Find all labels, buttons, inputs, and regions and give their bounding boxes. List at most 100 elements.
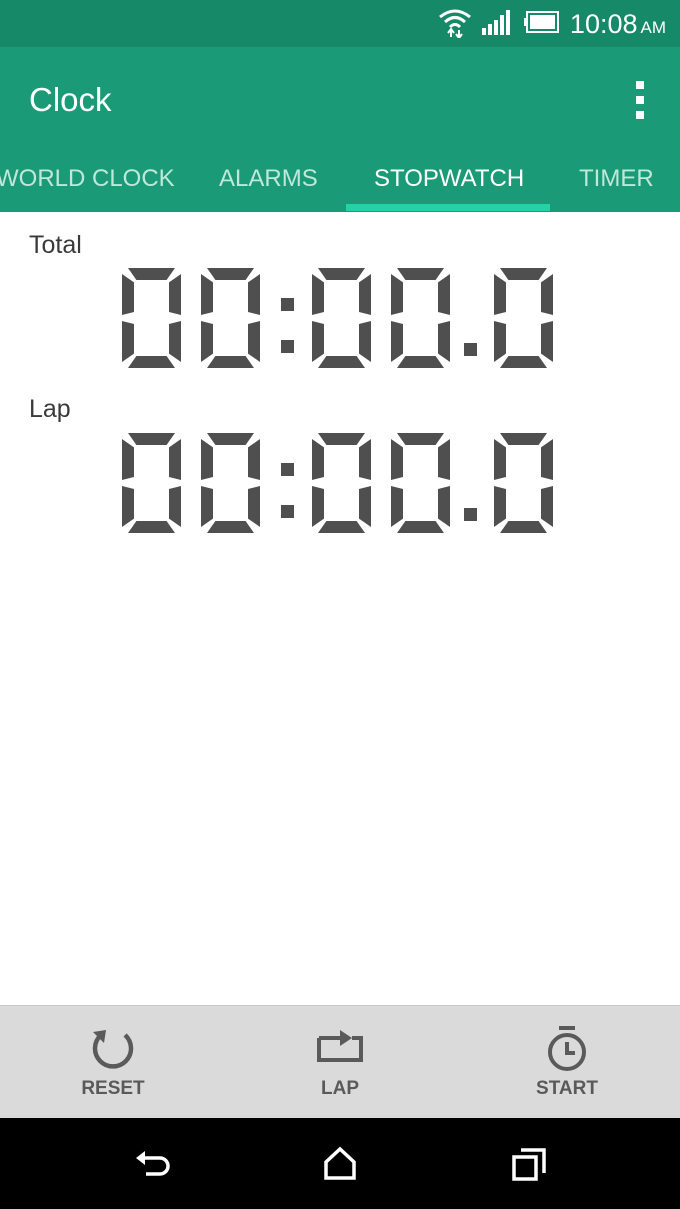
lap-label-button: LAP xyxy=(321,1078,359,1099)
lcd-segment-f xyxy=(494,274,506,315)
lcd-segment-f xyxy=(312,439,324,480)
start-button[interactable]: START xyxy=(487,1006,647,1119)
tab-bar: WORLD CLOCK ALARMS STOPWATCH TIMER xyxy=(0,147,680,212)
battery-icon xyxy=(523,10,560,38)
lcd-segment-f xyxy=(201,274,213,315)
lcd-segment-e xyxy=(201,321,213,362)
lcd-segment-e xyxy=(312,321,324,362)
lcd-digit xyxy=(391,268,450,368)
lcd-digit xyxy=(201,433,260,533)
lcd-segment-d xyxy=(318,356,365,368)
tab-timer[interactable]: TIMER xyxy=(579,165,654,193)
lcd-segment-c xyxy=(359,321,371,362)
lcd-digit xyxy=(391,433,450,533)
lcd-segment-a xyxy=(500,433,547,445)
tab-alarms[interactable]: ALARMS xyxy=(219,165,318,193)
lcd-segment-c xyxy=(169,486,181,527)
signal-icon xyxy=(481,9,514,40)
lcd-segment-e xyxy=(201,486,213,527)
app-title: Clock xyxy=(29,81,112,118)
total-label: Total xyxy=(29,231,82,259)
lcd-segment-f xyxy=(391,274,403,315)
status-bar: 10:08 AM xyxy=(0,0,680,47)
lcd-segment-f xyxy=(494,439,506,480)
lcd-segment-c xyxy=(248,321,260,362)
navigation-bar xyxy=(0,1118,680,1209)
lcd-segment-a xyxy=(128,433,175,445)
lcd-decimal-point xyxy=(464,508,477,521)
lap-time-display xyxy=(122,433,553,533)
reset-button[interactable]: RESET xyxy=(33,1006,193,1119)
lcd-segment-e xyxy=(122,486,134,527)
lcd-segment-e xyxy=(122,321,134,362)
lap-icon xyxy=(317,1030,363,1062)
lcd-decimal-point xyxy=(464,343,477,356)
home-icon[interactable] xyxy=(320,1144,360,1184)
lcd-segment-f xyxy=(201,439,213,480)
lcd-segment-b xyxy=(541,274,553,315)
lcd-digit xyxy=(122,433,181,533)
reset-label: RESET xyxy=(81,1078,145,1099)
lcd-digit xyxy=(312,268,371,368)
lcd-segment-b xyxy=(359,274,371,315)
recents-icon[interactable] xyxy=(509,1144,549,1184)
lcd-segment-f xyxy=(122,439,134,480)
status-ampm: AM xyxy=(640,17,667,37)
lap-button[interactable]: LAP xyxy=(260,1006,420,1119)
lcd-segment-b xyxy=(248,274,260,315)
lcd-segment-c xyxy=(438,321,450,362)
lcd-segment-b xyxy=(438,439,450,480)
lcd-segment-f xyxy=(312,274,324,315)
lcd-segment-d xyxy=(500,356,547,368)
app-bar: Clock WORLD CLOCK ALARMS STOPWATCH TIMER xyxy=(0,47,680,212)
lcd-segment-f xyxy=(391,439,403,480)
total-time-display xyxy=(122,268,553,368)
lcd-segment-d xyxy=(207,356,254,368)
lcd-segment-d xyxy=(207,521,254,533)
lcd-segment-c xyxy=(541,486,553,527)
lcd-segment-a xyxy=(397,268,444,280)
wifi-icon xyxy=(438,6,472,43)
lcd-segment-b xyxy=(541,439,553,480)
lcd-digit xyxy=(122,268,181,368)
lcd-segment-a xyxy=(128,268,175,280)
lcd-segment-b xyxy=(438,274,450,315)
lcd-segment-e xyxy=(391,321,403,362)
lcd-segment-a xyxy=(397,433,444,445)
action-bar: RESET LAP START xyxy=(0,1005,680,1119)
lcd-digit xyxy=(494,268,553,368)
lcd-segment-a xyxy=(318,433,365,445)
lcd-segment-c xyxy=(359,486,371,527)
lcd-segment-d xyxy=(397,521,444,533)
lcd-segment-b xyxy=(169,439,181,480)
lcd-segment-a xyxy=(318,268,365,280)
lcd-colon xyxy=(281,298,294,353)
lcd-segment-b xyxy=(248,439,260,480)
lcd-segment-a xyxy=(500,268,547,280)
lcd-segment-c xyxy=(438,486,450,527)
lcd-segment-d xyxy=(128,521,175,533)
lcd-segment-a xyxy=(207,433,254,445)
lcd-segment-e xyxy=(312,486,324,527)
lcd-segment-b xyxy=(359,439,371,480)
tab-stopwatch[interactable]: STOPWATCH xyxy=(374,165,524,193)
status-icons: 10:08 AM xyxy=(438,6,666,42)
lcd-segment-a xyxy=(207,268,254,280)
lcd-digit xyxy=(312,433,371,533)
lcd-segment-f xyxy=(122,274,134,315)
start-label: START xyxy=(536,1078,598,1099)
lcd-colon xyxy=(281,463,294,518)
lcd-segment-d xyxy=(397,356,444,368)
lcd-segment-d xyxy=(500,521,547,533)
lcd-segment-c xyxy=(248,486,260,527)
lcd-segment-d xyxy=(128,356,175,368)
overflow-menu-icon[interactable] xyxy=(634,81,646,119)
lcd-digit xyxy=(494,433,553,533)
tab-world-clock[interactable]: WORLD CLOCK xyxy=(0,165,175,193)
lcd-digit xyxy=(201,268,260,368)
lcd-segment-c xyxy=(541,321,553,362)
status-time: 10:08 AM xyxy=(569,8,667,39)
lcd-segment-e xyxy=(494,321,506,362)
lap-label: Lap xyxy=(29,395,71,423)
back-icon[interactable] xyxy=(132,1144,172,1184)
